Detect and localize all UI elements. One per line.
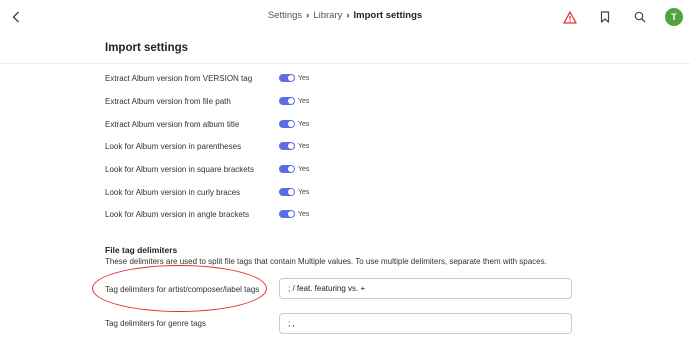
toggle-knob	[288, 75, 294, 81]
chevron-right-icon: ›	[306, 10, 310, 21]
toggle-value: Yes	[298, 120, 310, 128]
setting-label: Look for Album version in square bracket…	[105, 164, 254, 174]
chevron-right-icon: ›	[346, 10, 350, 21]
setting-label: Extract Album version from file path	[105, 96, 231, 106]
setting-row: Look for Album version in parentheses Ye…	[105, 138, 605, 154]
breadcrumb: Settings › Library › Import settings	[0, 10, 690, 21]
setting-row: Look for Album version in square bracket…	[105, 161, 605, 177]
toggle-switch[interactable]	[279, 97, 295, 105]
setting-label: Extract Album version from VERSION tag	[105, 73, 253, 83]
toggle-switch[interactable]	[279, 188, 295, 196]
toggle-switch[interactable]	[279, 210, 295, 218]
toggle-value: Yes	[298, 97, 310, 105]
setting-label: Look for Album version in curly braces	[105, 187, 241, 197]
toggle-knob	[288, 143, 294, 149]
setting-row: Extract Album version from album title Y…	[105, 116, 605, 132]
setting-label: Extract Album version from album title	[105, 119, 240, 129]
bookmark-icon	[600, 11, 610, 23]
breadcrumb-current: Import settings	[353, 10, 423, 21]
artist-delimiters-input[interactable]	[279, 278, 572, 299]
toggle-value: Yes	[298, 142, 310, 150]
bookmark-button[interactable]	[595, 7, 615, 27]
field-label-artist-delimiters: Tag delimiters for artist/composer/label…	[105, 285, 260, 294]
toggle-knob	[288, 121, 294, 127]
warning-icon	[563, 10, 577, 24]
warning-button[interactable]	[560, 7, 580, 27]
search-icon	[634, 11, 646, 23]
search-button[interactable]	[630, 7, 650, 27]
toggle-switch[interactable]	[279, 165, 295, 173]
toggle-value: Yes	[298, 74, 310, 82]
toggle-value: Yes	[298, 188, 310, 196]
toggle-value: Yes	[298, 210, 310, 218]
toggle-knob	[288, 166, 294, 172]
toggle-switch[interactable]	[279, 74, 295, 82]
section-description: These delimiters are used to split file …	[105, 257, 547, 266]
genre-delimiters-input[interactable]	[279, 313, 572, 334]
field-label-genre-delimiters: Tag delimiters for genre tags	[105, 319, 206, 328]
setting-label: Look for Album version in angle brackets	[105, 209, 250, 219]
toggle-switch[interactable]	[279, 142, 295, 150]
setting-row: Look for Album version in curly braces Y…	[105, 184, 605, 200]
toggle-knob	[288, 98, 294, 104]
toggle-value: Yes	[298, 165, 310, 173]
avatar[interactable]: T	[665, 8, 683, 26]
top-bar: Settings › Library › Import settings T	[0, 0, 690, 34]
setting-row: Extract Album version from VERSION tag Y…	[105, 70, 605, 86]
setting-row: Extract Album version from file path Yes	[105, 93, 605, 109]
setting-row: Look for Album version in angle brackets…	[105, 206, 605, 222]
toggle-knob	[288, 211, 294, 217]
toggle-switch[interactable]	[279, 120, 295, 128]
toggle-knob	[288, 189, 294, 195]
breadcrumb-library[interactable]: Library	[313, 10, 342, 21]
breadcrumb-settings[interactable]: Settings	[268, 10, 302, 21]
section-title: File tag delimiters	[105, 245, 178, 255]
page-title: Import settings	[105, 42, 189, 54]
setting-label: Look for Album version in parentheses	[105, 141, 242, 151]
divider	[0, 63, 690, 64]
